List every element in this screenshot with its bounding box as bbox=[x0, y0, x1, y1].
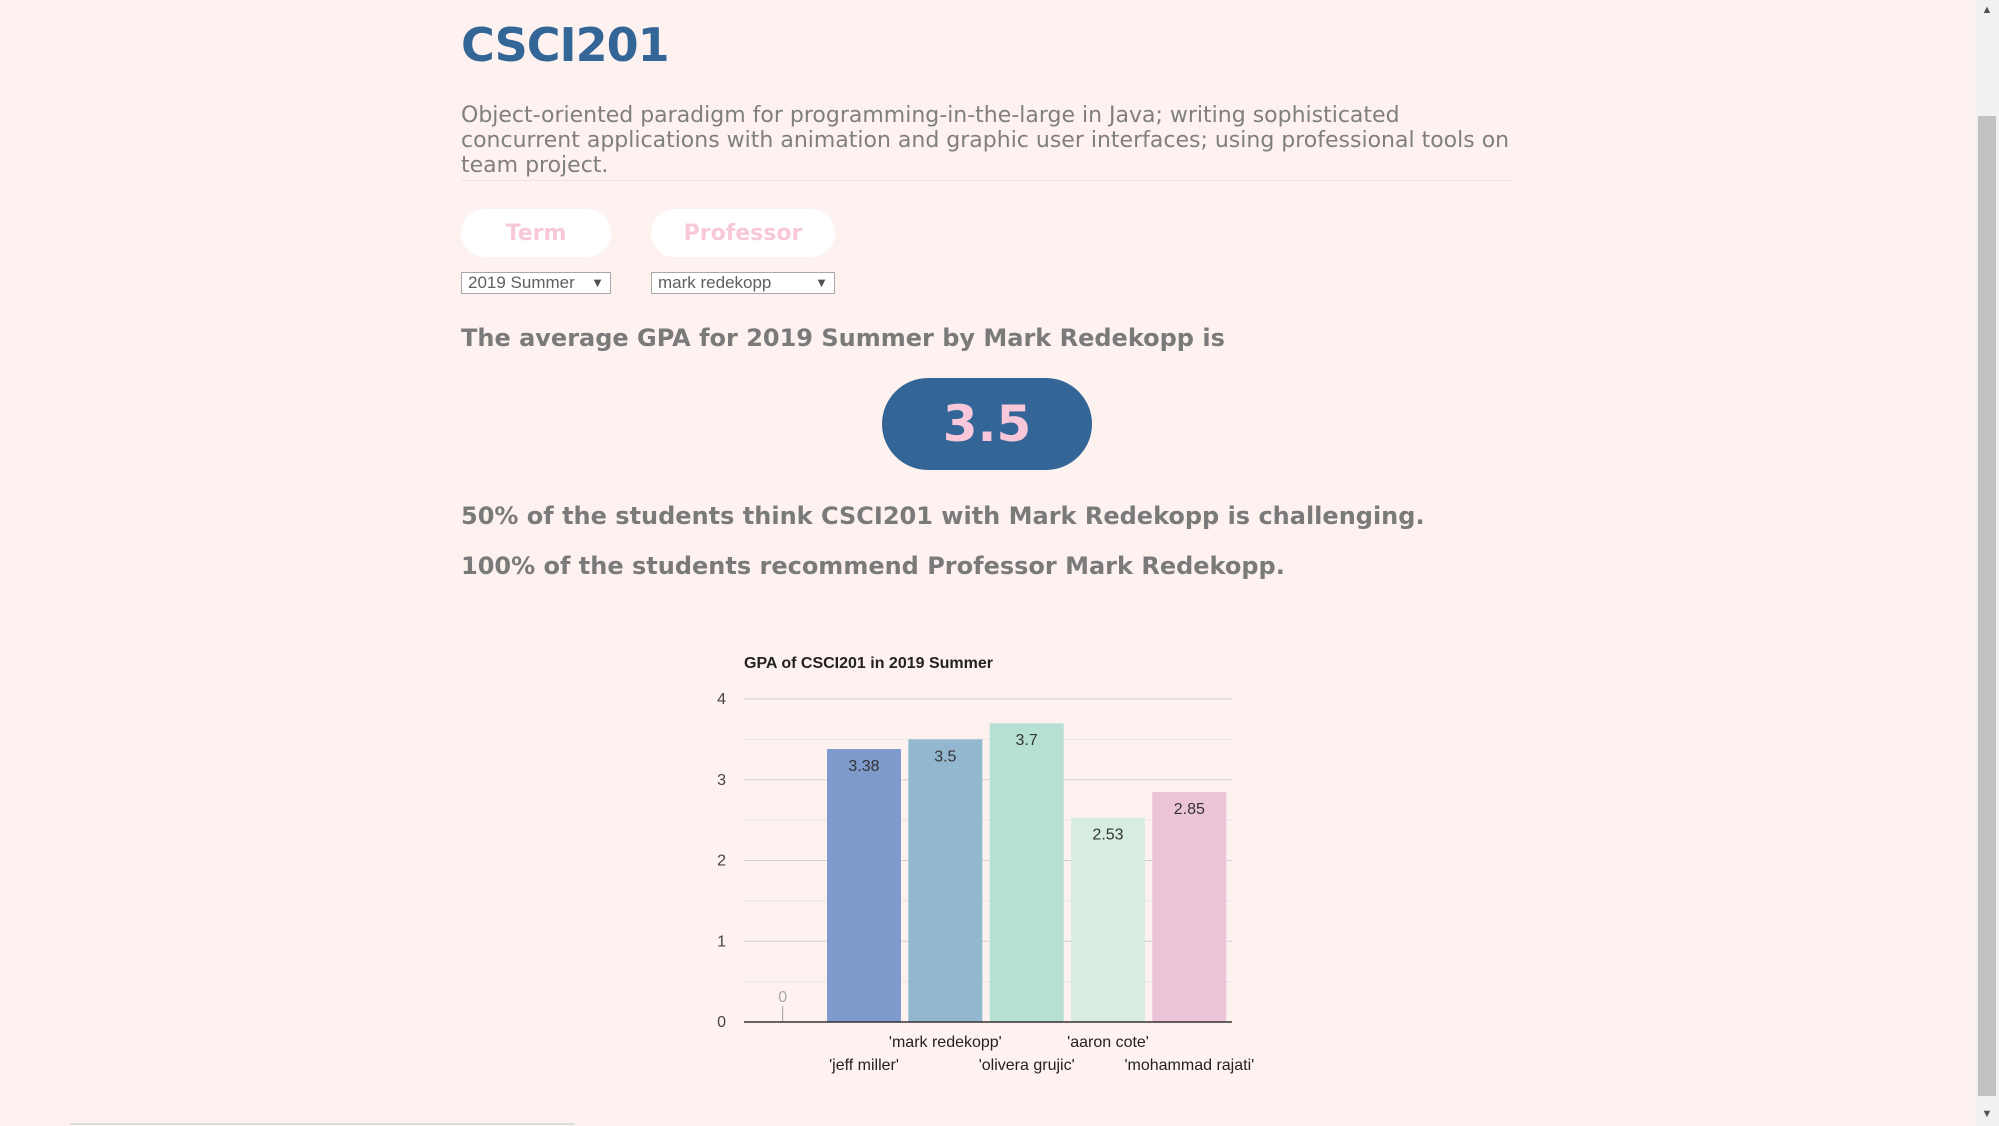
x-tick-label: 'mark redekopp' bbox=[889, 1034, 1002, 1051]
bar bbox=[827, 749, 901, 1022]
bottom-edge bbox=[70, 1123, 575, 1125]
bar bbox=[1071, 817, 1145, 1022]
x-tick-label: 'aaron cote' bbox=[1067, 1034, 1149, 1051]
y-tick-label: 3 bbox=[717, 772, 726, 789]
chart-title: GPA of CSCI201 in 2019 Summer bbox=[744, 655, 993, 672]
y-tick-label: 2 bbox=[717, 853, 726, 870]
scroll-down-arrow-icon[interactable]: ▼ bbox=[1979, 1106, 1995, 1122]
x-tick-label: 'jeff miller' bbox=[829, 1057, 899, 1074]
bar-data-label: 3.38 bbox=[848, 758, 879, 775]
bar-data-label: 3.5 bbox=[934, 748, 956, 765]
y-tick-label: 1 bbox=[717, 933, 726, 950]
x-tick-label: 'olivera grujic' bbox=[979, 1057, 1075, 1074]
x-tick-label: 'mohammad rajati' bbox=[1124, 1057, 1254, 1074]
bar bbox=[908, 739, 983, 1022]
bar bbox=[989, 723, 1064, 1022]
bar-data-label: 0 bbox=[778, 989, 787, 1006]
gpa-bar-chart: GPA of CSCI201 in 2019 Summer 0 1 2 3 4 0 3.38 3… bbox=[717, 655, 1254, 1074]
scroll-up-arrow-icon[interactable]: ▲ bbox=[1979, 2, 1995, 18]
bar-data-label: 3.7 bbox=[1016, 732, 1038, 749]
bar-data-label: 2.85 bbox=[1174, 801, 1205, 818]
y-tick-label: 0 bbox=[717, 1014, 726, 1031]
y-tick-label: 4 bbox=[717, 691, 726, 708]
scrollbar-thumb[interactable] bbox=[1978, 116, 1996, 1096]
bar bbox=[1152, 791, 1227, 1022]
bar-data-label: 2.53 bbox=[1092, 827, 1123, 844]
